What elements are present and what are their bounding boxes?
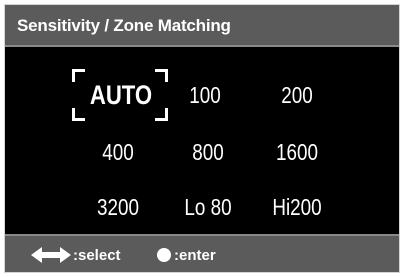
option-iso-3200[interactable]: 3200	[77, 182, 159, 232]
option-lo-80[interactable]: Lo 80	[167, 182, 249, 232]
sensitivity-options-grid: AUTO 100 200 400 800 1600 3200 Lo 80 Hi2…	[5, 49, 399, 235]
option-auto[interactable]: AUTO	[80, 70, 162, 120]
dot-button-icon	[157, 248, 171, 262]
hint-bar: :select :enter	[5, 234, 399, 272]
title-bar: Sensitivity / Zone Matching	[5, 5, 399, 47]
option-iso-1600[interactable]: 1600	[256, 127, 338, 177]
select-hint-label: :select	[73, 246, 121, 264]
option-iso-200[interactable]: 200	[256, 70, 338, 120]
select-hint: :select	[31, 245, 121, 265]
menu-title: Sensitivity / Zone Matching	[17, 16, 231, 35]
left-right-arrows-icon	[31, 247, 71, 263]
enter-hint-label: :enter	[174, 246, 216, 264]
option-iso-100[interactable]: 100	[164, 70, 246, 120]
option-hi-200[interactable]: Hi200	[256, 182, 338, 232]
camera-menu-screen: Sensitivity / Zone Matching AUTO 100 200…	[4, 4, 400, 273]
option-iso-400[interactable]: 400	[77, 127, 159, 177]
option-iso-800[interactable]: 800	[167, 127, 249, 177]
enter-hint: :enter	[157, 245, 216, 265]
